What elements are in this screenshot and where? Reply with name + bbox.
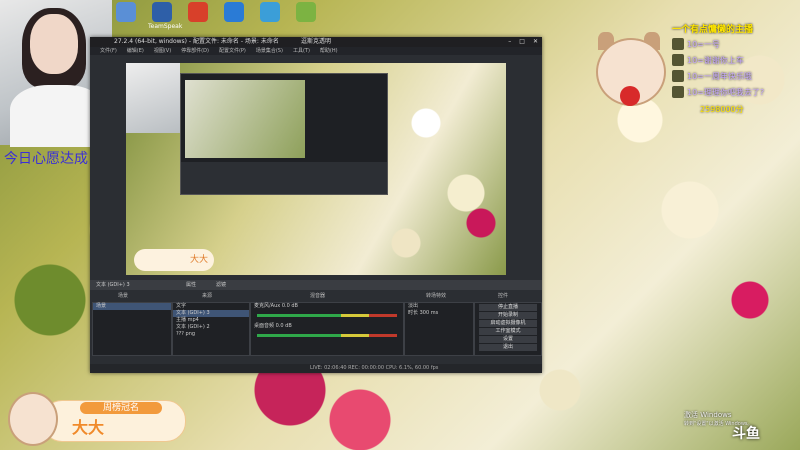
settings-button[interactable]: 设置: [479, 336, 537, 343]
dock-tabs: 场景 来源 混音器 转场特效 控件: [90, 292, 542, 300]
menu-scene-collection[interactable]: 场景集合(S): [256, 47, 283, 55]
volume-meter[interactable]: [257, 334, 397, 337]
menu-file[interactable]: 文件(F): [100, 47, 117, 55]
controls-panel: 停止直播 开始录制 启动虚拟摄像机 工作室模式 设置 退出: [474, 302, 542, 356]
transition-select[interactable]: 淡出: [405, 303, 473, 310]
scene-item[interactable]: 场景: [93, 303, 171, 310]
menu-profile[interactable]: 配置文件(P): [219, 47, 246, 55]
stream-title: 一个有点慵懒的主播: [672, 25, 754, 35]
douyu-logo: 斗鱼: [732, 426, 760, 442]
tab-scenes[interactable]: 场景: [118, 292, 128, 300]
exit-button[interactable]: 退出: [479, 344, 537, 351]
badge-mascot-face: [8, 392, 58, 446]
tab-sources[interactable]: 来源: [202, 292, 212, 300]
tab-mixer[interactable]: 混音器: [310, 292, 325, 300]
mixer-track-label: 麦克风/Aux 0.0 dB: [254, 303, 298, 309]
obs-title: 逗斯克透明: [300, 38, 331, 45]
mixer-panel: 麦克风/Aux 0.0 dB 桌面音频 0.0 dB: [250, 302, 404, 356]
weekly-rank-badge: 周榜冠名 大大: [8, 392, 186, 446]
source-item[interactable]: 文字: [173, 303, 249, 310]
transitions-panel: 淡出 时长 300 ms: [404, 302, 474, 356]
sources-panel: 文字 文本 (GDI+) 3 主播 mp4 文本 (GDI+) 2 ??? pn…: [172, 302, 250, 356]
source-item[interactable]: ??? png: [173, 331, 249, 338]
menu-docks[interactable]: 停靠部件(D): [181, 47, 209, 55]
close-icon[interactable]: ✕: [533, 37, 538, 47]
window-buttons: – □ ✕: [508, 37, 538, 47]
chat-message: 10=谢谢你上车: [672, 53, 800, 67]
avatar: [672, 54, 684, 66]
source-item[interactable]: 主播 mp4: [173, 317, 249, 324]
filters-button[interactable]: 滤镜: [216, 280, 226, 290]
tab-transitions[interactable]: 转场特效: [426, 292, 446, 300]
mixer-track-label: 桌面音频 0.0 dB: [254, 323, 292, 329]
desktop-icon[interactable]: [292, 0, 320, 30]
stop-streaming-button[interactable]: 停止直播: [479, 304, 537, 311]
menu-tools[interactable]: 工具(T): [293, 47, 310, 55]
preview-badge: 大大: [134, 249, 214, 271]
properties-button[interactable]: 属性: [186, 280, 196, 290]
badge-label: 周榜冠名: [80, 402, 162, 414]
desktop-icon[interactable]: [184, 0, 212, 30]
chat-message: 10=一号: [672, 37, 800, 51]
start-recording-button[interactable]: 开始录制: [479, 312, 537, 319]
obs-titlebar: 27.2.4 (64-bit, windows) - 配置文件: 未命名 - 场…: [90, 37, 542, 47]
apple-icon: [620, 86, 640, 106]
tab-controls[interactable]: 控件: [498, 292, 508, 300]
desktop-icons: TeamSpeak: [112, 0, 320, 30]
obs-menubar: 文件(F) 编辑(E) 视图(V) 停靠部件(D) 配置文件(P) 场景集合(S…: [90, 47, 542, 55]
menu-view[interactable]: 视图(V): [154, 47, 171, 55]
chat-message: 10=一周年快乐哦: [672, 69, 800, 83]
preview-nested-obs: [180, 73, 388, 195]
badge-name: 大大: [72, 418, 105, 437]
chat-message: 10=理理你吧我去了?: [672, 85, 800, 99]
studio-mode-button[interactable]: 工作室模式: [479, 328, 537, 335]
streamer-caption: 今日心愿达成: [4, 151, 88, 167]
menu-help[interactable]: 帮助(H): [320, 47, 338, 55]
avatar: [672, 38, 684, 50]
source-toolbar: 文本 (GDI+) 3 属性 滤镜: [90, 280, 542, 290]
webcam-person-face: [30, 14, 78, 74]
source-item[interactable]: 文本 (GDI+) 3: [173, 310, 249, 317]
source-label: 文本 (GDI+) 3: [96, 282, 130, 288]
minimize-icon[interactable]: –: [508, 37, 511, 47]
obs-statusbar: LIVE: 02:06:40 REC: 00:00:00 CPU: 6.1%, …: [90, 364, 542, 373]
desktop-icon-teamspeak[interactable]: TeamSpeak: [148, 0, 182, 30]
obs-window: 27.2.4 (64-bit, windows) - 配置文件: 未命名 - 场…: [90, 37, 542, 373]
menu-edit[interactable]: 编辑(E): [127, 47, 144, 55]
nested-preview: [185, 80, 305, 158]
volume-meter[interactable]: [257, 314, 397, 317]
scenes-panel: 场景: [92, 302, 172, 356]
source-item[interactable]: 文本 (GDI+) 2: [173, 324, 249, 331]
desktop-icon[interactable]: [220, 0, 248, 30]
viewer-score: 2598000分: [700, 105, 744, 114]
avatar: [672, 86, 684, 98]
nested-controls: [181, 162, 387, 194]
preview-webcam: [126, 63, 180, 133]
mascot-graphic: [590, 32, 668, 116]
desktop-icon[interactable]: [112, 0, 140, 30]
virtual-camera-button[interactable]: 启动虚拟摄像机: [479, 320, 537, 327]
desktop-icon[interactable]: [256, 0, 284, 30]
maximize-icon[interactable]: □: [519, 37, 525, 47]
chat-overlay: 一个有点慵懒的主播 10=一号 10=谢谢你上车 10=一周年快乐哦 10=理理…: [672, 22, 800, 99]
transition-duration[interactable]: 时长 300 ms: [405, 310, 473, 317]
obs-preview[interactable]: 大大: [126, 63, 506, 275]
avatar: [672, 70, 684, 82]
